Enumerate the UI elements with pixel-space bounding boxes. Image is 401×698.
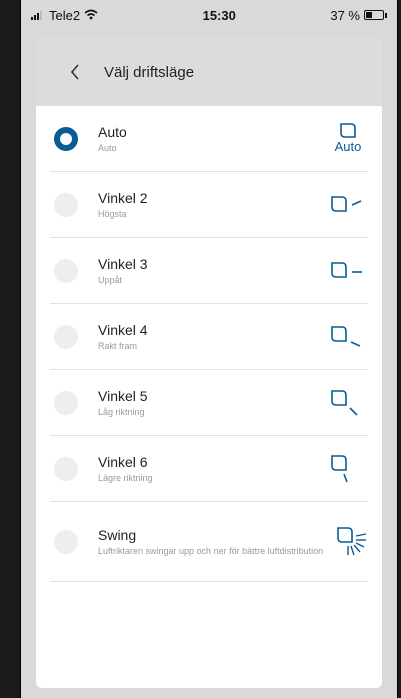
mode-sublabel: Rakt fram: [98, 340, 138, 351]
bottom-bar: [21, 688, 397, 698]
status-bar: Tele2 15:30 37 %: [21, 0, 397, 30]
mode-label: Vinkel 6: [98, 453, 148, 470]
mode-texts: Vinkel 6 Lägre riktning: [98, 454, 322, 484]
battery-tip: [385, 12, 387, 18]
mode-option-vinkel-4[interactable]: Vinkel 4 Rakt fram: [50, 304, 368, 370]
mode-label: Vinkel 5: [98, 387, 148, 404]
mode-texts: Vinkel 4 Rakt fram: [98, 322, 322, 352]
mode-option-vinkel-5[interactable]: Vinkel 5 Låg riktning: [50, 370, 368, 436]
radio-button-selected[interactable]: [54, 126, 78, 151]
mode-option-vinkel-2[interactable]: Vinkel 2 Högsta: [50, 172, 368, 238]
mode-sublabel: Uppåt: [98, 274, 123, 285]
radio-button[interactable]: [54, 324, 78, 349]
phone-screen: Tele2 15:30 37 % Välj driftsläge Auto Au…: [20, 0, 398, 698]
radio-button[interactable]: [54, 192, 78, 217]
mode-list: Auto Auto Auto Vinkel 2 Högsta Vinkel 3 …: [36, 106, 382, 582]
mode-option-swing[interactable]: Swing Luftriktaren swingar upp och ner f…: [50, 502, 368, 582]
clock: 15:30: [202, 7, 236, 23]
sheet-header: Välj driftsläge: [36, 38, 382, 106]
radio-button[interactable]: [54, 390, 78, 415]
mode-option-vinkel-6[interactable]: Vinkel 6 Lägre riktning: [50, 436, 368, 502]
mode-label: Vinkel 4: [98, 321, 148, 338]
mode-sublabel: Låg riktning: [98, 406, 145, 417]
mode-sheet: Välj driftsläge Auto Auto Auto Vinkel 2 …: [36, 38, 382, 688]
radio-button[interactable]: [54, 258, 78, 283]
angle-2-icon: [328, 185, 368, 225]
wifi-icon: [84, 8, 98, 23]
mode-sublabel: Auto: [98, 142, 117, 153]
mode-texts: Vinkel 3 Uppåt: [98, 256, 322, 286]
radio-button[interactable]: [54, 529, 78, 554]
mode-option-auto[interactable]: Auto Auto Auto: [50, 106, 368, 172]
swing-icon: [334, 522, 374, 562]
mode-texts: Vinkel 5 Låg riktning: [98, 388, 322, 418]
battery-percent: 37 %: [330, 7, 360, 23]
mode-sublabel: Högsta: [98, 208, 127, 219]
status-right: 37 %: [330, 8, 387, 23]
radio-button[interactable]: [54, 456, 78, 481]
chevron-left-icon: [70, 64, 79, 80]
signal-icon: [31, 8, 45, 23]
page-title: Välj driftsläge: [104, 63, 195, 81]
mode-label: Vinkel 3: [98, 255, 148, 272]
carrier-name: Tele2: [49, 7, 81, 23]
mode-texts: Swing Luftriktaren swingar upp och ner f…: [98, 527, 328, 557]
mode-label: Swing: [98, 526, 137, 543]
mode-option-vinkel-3[interactable]: Vinkel 3 Uppåt: [50, 238, 368, 304]
back-button[interactable]: [64, 61, 86, 83]
battery-icon: [364, 10, 384, 20]
angle-3-icon: [328, 251, 368, 291]
angle-5-icon: [328, 383, 368, 423]
mode-label: Auto: [98, 123, 127, 140]
mode-texts: Auto Auto: [98, 124, 322, 154]
mode-label: Vinkel 2: [98, 189, 148, 206]
auto-mode-icon: Auto: [328, 119, 368, 159]
angle-6-icon: [328, 449, 368, 489]
auto-icon-text: Auto: [334, 139, 362, 154]
mode-sublabel: Luftriktaren swingar upp och ner för bät…: [98, 545, 324, 556]
mode-sublabel: Lägre riktning: [98, 472, 153, 483]
angle-4-icon: [328, 317, 368, 357]
mode-texts: Vinkel 2 Högsta: [98, 190, 322, 220]
status-left: Tele2: [31, 8, 98, 23]
